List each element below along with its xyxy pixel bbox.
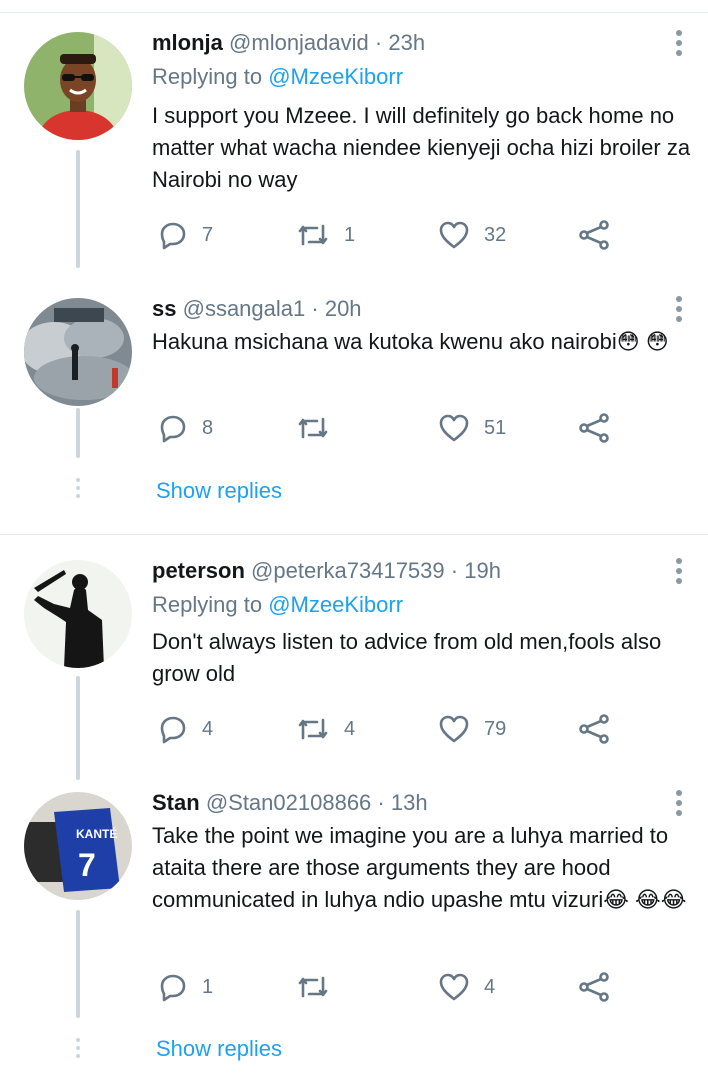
heart-icon bbox=[439, 221, 469, 249]
retweet-icon bbox=[298, 224, 328, 246]
separator-dot: · bbox=[450, 558, 459, 583]
timestamp[interactable]: 19h bbox=[464, 558, 501, 583]
show-replies-link[interactable]: Show replies bbox=[156, 1036, 282, 1062]
show-replies-link[interactable]: Show replies bbox=[156, 478, 282, 504]
more-vertical-icon[interactable] bbox=[676, 558, 684, 588]
retweet-count: 4 bbox=[344, 717, 356, 740]
replying-to-label: Replying to bbox=[152, 64, 263, 89]
tweet-text: Don't always listen to advice from old m… bbox=[152, 629, 662, 686]
retweet-count: 1 bbox=[344, 223, 356, 246]
reply-icon bbox=[160, 415, 186, 443]
separator-dot: · bbox=[374, 30, 383, 55]
display-name[interactable]: mlonja bbox=[152, 30, 223, 55]
avatar-mlonja[interactable] bbox=[24, 32, 132, 140]
heart-icon bbox=[439, 973, 469, 1001]
thread-line bbox=[76, 910, 80, 1018]
timestamp[interactable]: 23h bbox=[388, 30, 425, 55]
tweet-text: Take the point we imagine you are a luhy… bbox=[152, 823, 687, 912]
thread-continuation-dots bbox=[76, 478, 80, 502]
replying-to-mention[interactable]: @MzeeKiborr bbox=[268, 64, 403, 89]
tweet-text: I support you Mzeee. I will definitely g… bbox=[152, 103, 691, 192]
retweet-button[interactable] bbox=[296, 972, 344, 1002]
reply-button[interactable]: 7 bbox=[158, 220, 213, 250]
share-icon bbox=[579, 220, 609, 250]
user-handle[interactable]: @mlonjadavid bbox=[229, 30, 369, 55]
share-button[interactable] bbox=[578, 413, 610, 443]
retweet-button[interactable]: 4 bbox=[296, 714, 355, 744]
share-icon bbox=[579, 413, 609, 443]
share-icon bbox=[579, 714, 609, 744]
avatar-stan[interactable]: KANTÉ 7 bbox=[24, 792, 132, 900]
timestamp[interactable]: 13h bbox=[391, 790, 428, 815]
heart-icon bbox=[439, 414, 469, 442]
like-count: 79 bbox=[484, 717, 507, 740]
retweet-icon bbox=[298, 976, 328, 998]
user-handle[interactable]: @Stan02108866 bbox=[206, 790, 371, 815]
share-button[interactable] bbox=[578, 220, 610, 250]
like-count: 51 bbox=[484, 416, 507, 439]
conversation-divider bbox=[0, 534, 708, 535]
retweet-button[interactable] bbox=[296, 413, 344, 443]
like-button[interactable]: 4 bbox=[438, 972, 495, 1002]
reply-count: 4 bbox=[202, 717, 214, 740]
like-button[interactable]: 79 bbox=[438, 714, 506, 744]
like-button[interactable]: 32 bbox=[438, 220, 506, 250]
heart-icon bbox=[439, 715, 469, 743]
like-button[interactable]: 51 bbox=[438, 413, 506, 443]
share-icon bbox=[579, 972, 609, 1002]
reply-button[interactable]: 8 bbox=[158, 413, 213, 443]
tweet-header: Stan @Stan02108866 · 13h bbox=[152, 790, 428, 816]
reply-button[interactable]: 1 bbox=[158, 972, 213, 1002]
user-handle[interactable]: @ssangala1 bbox=[183, 296, 306, 321]
share-button[interactable] bbox=[578, 714, 610, 744]
replying-to: Replying to @MzeeKiborr bbox=[152, 592, 403, 618]
display-name[interactable]: peterson bbox=[152, 558, 245, 583]
tweet-header: peterson @peterka73417539 · 19h bbox=[152, 558, 501, 584]
display-name[interactable]: ss bbox=[152, 296, 176, 321]
reply-count: 7 bbox=[202, 223, 214, 246]
thread-line bbox=[76, 676, 80, 780]
thread-continuation-dots bbox=[76, 1038, 80, 1062]
svg-text:7: 7 bbox=[78, 847, 96, 883]
top-divider bbox=[0, 12, 708, 13]
share-button[interactable] bbox=[578, 972, 610, 1002]
display-name[interactable]: Stan bbox=[152, 790, 200, 815]
like-count: 4 bbox=[484, 975, 496, 998]
replying-to-label: Replying to bbox=[152, 592, 263, 617]
tweet-header: ss @ssangala1 · 20h bbox=[152, 296, 362, 322]
thread-line bbox=[76, 150, 80, 268]
more-vertical-icon[interactable] bbox=[676, 296, 684, 326]
reply-icon bbox=[160, 222, 186, 250]
separator-dot: · bbox=[377, 790, 385, 815]
separator-dot: · bbox=[311, 296, 319, 321]
more-vertical-icon[interactable] bbox=[676, 30, 684, 60]
avatar-peterson[interactable] bbox=[24, 560, 132, 668]
reply-icon bbox=[160, 974, 186, 1002]
reply-icon bbox=[160, 716, 186, 744]
avatar-ss[interactable] bbox=[24, 298, 132, 406]
like-count: 32 bbox=[484, 223, 507, 246]
replying-to-mention[interactable]: @MzeeKiborr bbox=[268, 592, 403, 617]
svg-text:KANTÉ: KANTÉ bbox=[76, 826, 117, 841]
retweet-icon bbox=[298, 417, 328, 439]
thread-line bbox=[76, 408, 80, 458]
reply-count: 8 bbox=[202, 416, 214, 439]
replying-to: Replying to @MzeeKiborr bbox=[152, 64, 403, 90]
more-vertical-icon[interactable] bbox=[676, 790, 684, 820]
reply-count: 1 bbox=[202, 975, 214, 998]
tweet-header: mlonja @mlonjadavid · 23h bbox=[152, 30, 425, 56]
retweet-button[interactable]: 1 bbox=[296, 220, 355, 250]
tweet-text: Hakuna msichana wa kutoka kwenu ako nair… bbox=[152, 329, 669, 354]
retweet-icon bbox=[298, 718, 328, 740]
reply-button[interactable]: 4 bbox=[158, 714, 213, 744]
timestamp[interactable]: 20h bbox=[325, 296, 362, 321]
user-handle[interactable]: @peterka73417539 bbox=[251, 558, 445, 583]
